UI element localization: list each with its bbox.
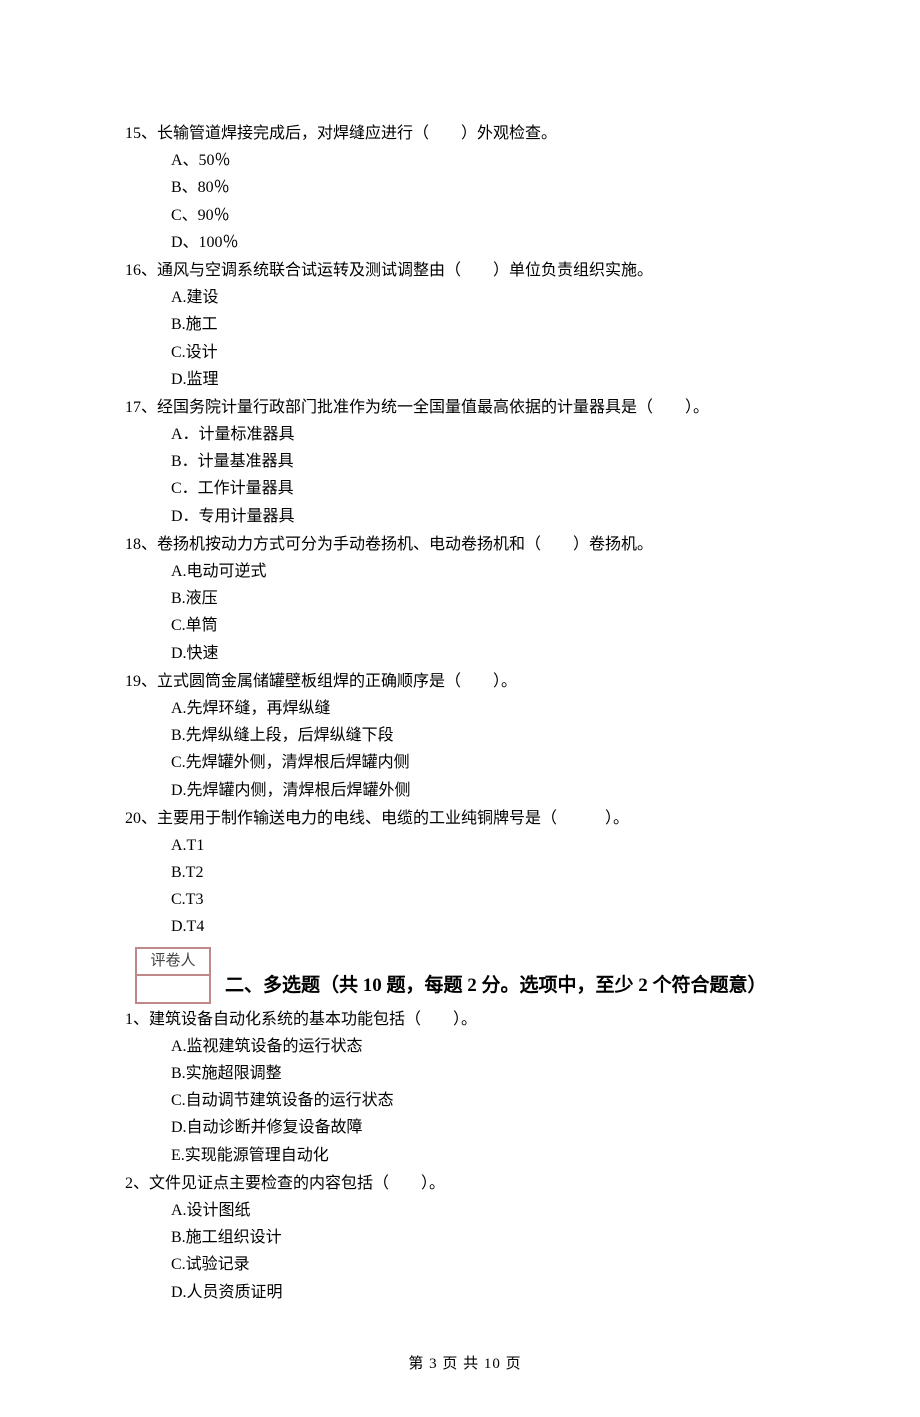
- option: A.监视建筑设备的运行状态: [125, 1033, 805, 1060]
- option: D.监理: [125, 366, 805, 393]
- question-15: 15、长输管道焊接完成后，对焊缝应进行（ ）外观检查。 A、50％ B、80％ …: [125, 120, 805, 256]
- option: E.实现能源管理自动化: [125, 1142, 805, 1169]
- option: C.先焊罐外侧，清焊根后焊罐内侧: [125, 749, 805, 776]
- q-text: 经国务院计量行政部门批准作为统一全国量值最高依据的计量器具是（ ）。: [157, 399, 709, 416]
- option: A.建设: [125, 284, 805, 311]
- option: D.T4: [125, 913, 805, 940]
- option: C.设计: [125, 339, 805, 366]
- option: A.设计图纸: [125, 1197, 805, 1224]
- s2-question-2: 2、文件见证点主要检查的内容包括（ ）。 A.设计图纸 B.施工组织设计 C.试…: [125, 1170, 805, 1306]
- q-num: 20、: [125, 810, 157, 827]
- section2-title: 二、多选题（共 10 题，每题 2 分。选项中，至少 2 个符合题意）: [225, 970, 767, 1003]
- option: D.自动诊断并修复设备故障: [125, 1114, 805, 1141]
- option: B.实施超限调整: [125, 1060, 805, 1087]
- option: D.先焊罐内侧，清焊根后焊罐外侧: [125, 777, 805, 804]
- option: B、80％: [125, 174, 805, 201]
- option: C.试验记录: [125, 1251, 805, 1278]
- q-text: 长输管道焊接完成后，对焊缝应进行（ ）外观检查。: [157, 125, 557, 142]
- page-footer: 第 3 页 共 10 页: [125, 1307, 805, 1378]
- option: D．专用计量器具: [125, 503, 805, 530]
- option: A.T1: [125, 832, 805, 859]
- option: B.施工组织设计: [125, 1224, 805, 1251]
- option: B.施工: [125, 311, 805, 338]
- option: C.单筒: [125, 612, 805, 639]
- section1-questions: 15、长输管道焊接完成后，对焊缝应进行（ ）外观检查。 A、50％ B、80％ …: [125, 120, 805, 941]
- option: D、100％: [125, 229, 805, 256]
- question-17: 17、经国务院计量行政部门批准作为统一全国量值最高依据的计量器具是（ ）。 A．…: [125, 394, 805, 530]
- option: B.液压: [125, 585, 805, 612]
- q-text: 立式圆筒金属储罐壁板组焊的正确顺序是（ ）。: [157, 673, 517, 690]
- q-text: 建筑设备自动化系统的基本功能包括（ ）。: [149, 1011, 477, 1028]
- question-20: 20、主要用于制作输送电力的电线、电缆的工业纯铜牌号是（ ）。 A.T1 B.T…: [125, 805, 805, 941]
- q-num: 19、: [125, 673, 157, 690]
- option: A、50％: [125, 147, 805, 174]
- q-text: 主要用于制作输送电力的电线、电缆的工业纯铜牌号是（ ）。: [157, 810, 629, 827]
- q-num: 16、: [125, 262, 157, 279]
- grader-box: 评卷人: [135, 947, 211, 1004]
- q-num: 17、: [125, 399, 157, 416]
- grader-empty-cell: [136, 975, 210, 1003]
- q-text: 通风与空调系统联合试运转及测试调整由（ ）单位负责组织实施。: [157, 262, 653, 279]
- option: C.T3: [125, 886, 805, 913]
- section2-header-row: 评卷人 二、多选题（共 10 题，每题 2 分。选项中，至少 2 个符合题意）: [125, 942, 805, 1004]
- option: C、90％: [125, 202, 805, 229]
- q-text: 卷扬机按动力方式可分为手动卷扬机、电动卷扬机和（ ）卷扬机。: [157, 536, 653, 553]
- option: C．工作计量器具: [125, 475, 805, 502]
- option: C.自动调节建筑设备的运行状态: [125, 1087, 805, 1114]
- option: A.先焊环缝，再焊纵缝: [125, 695, 805, 722]
- q-num: 18、: [125, 536, 157, 553]
- option: B.T2: [125, 859, 805, 886]
- question-18: 18、卷扬机按动力方式可分为手动卷扬机、电动卷扬机和（ ）卷扬机。 A.电动可逆…: [125, 531, 805, 667]
- q-num: 2、: [125, 1175, 149, 1192]
- grader-label: 评卷人: [136, 948, 210, 976]
- section2-questions: 1、建筑设备自动化系统的基本功能包括（ ）。 A.监视建筑设备的运行状态 B.实…: [125, 1006, 805, 1306]
- option: A．计量标准器具: [125, 421, 805, 448]
- question-16: 16、通风与空调系统联合试运转及测试调整由（ ）单位负责组织实施。 A.建设 B…: [125, 257, 805, 393]
- option: A.电动可逆式: [125, 558, 805, 585]
- question-19: 19、立式圆筒金属储罐壁板组焊的正确顺序是（ ）。 A.先焊环缝，再焊纵缝 B.…: [125, 668, 805, 804]
- document-page: 15、长输管道焊接完成后，对焊缝应进行（ ）外观检查。 A、50％ B、80％ …: [0, 0, 920, 1417]
- option: D.快速: [125, 640, 805, 667]
- option: B．计量基准器具: [125, 448, 805, 475]
- q-num: 15、: [125, 125, 157, 142]
- s2-question-1: 1、建筑设备自动化系统的基本功能包括（ ）。 A.监视建筑设备的运行状态 B.实…: [125, 1006, 805, 1169]
- q-text: 文件见证点主要检查的内容包括（ ）。: [149, 1175, 445, 1192]
- option: B.先焊纵缝上段，后焊纵缝下段: [125, 722, 805, 749]
- q-num: 1、: [125, 1011, 149, 1028]
